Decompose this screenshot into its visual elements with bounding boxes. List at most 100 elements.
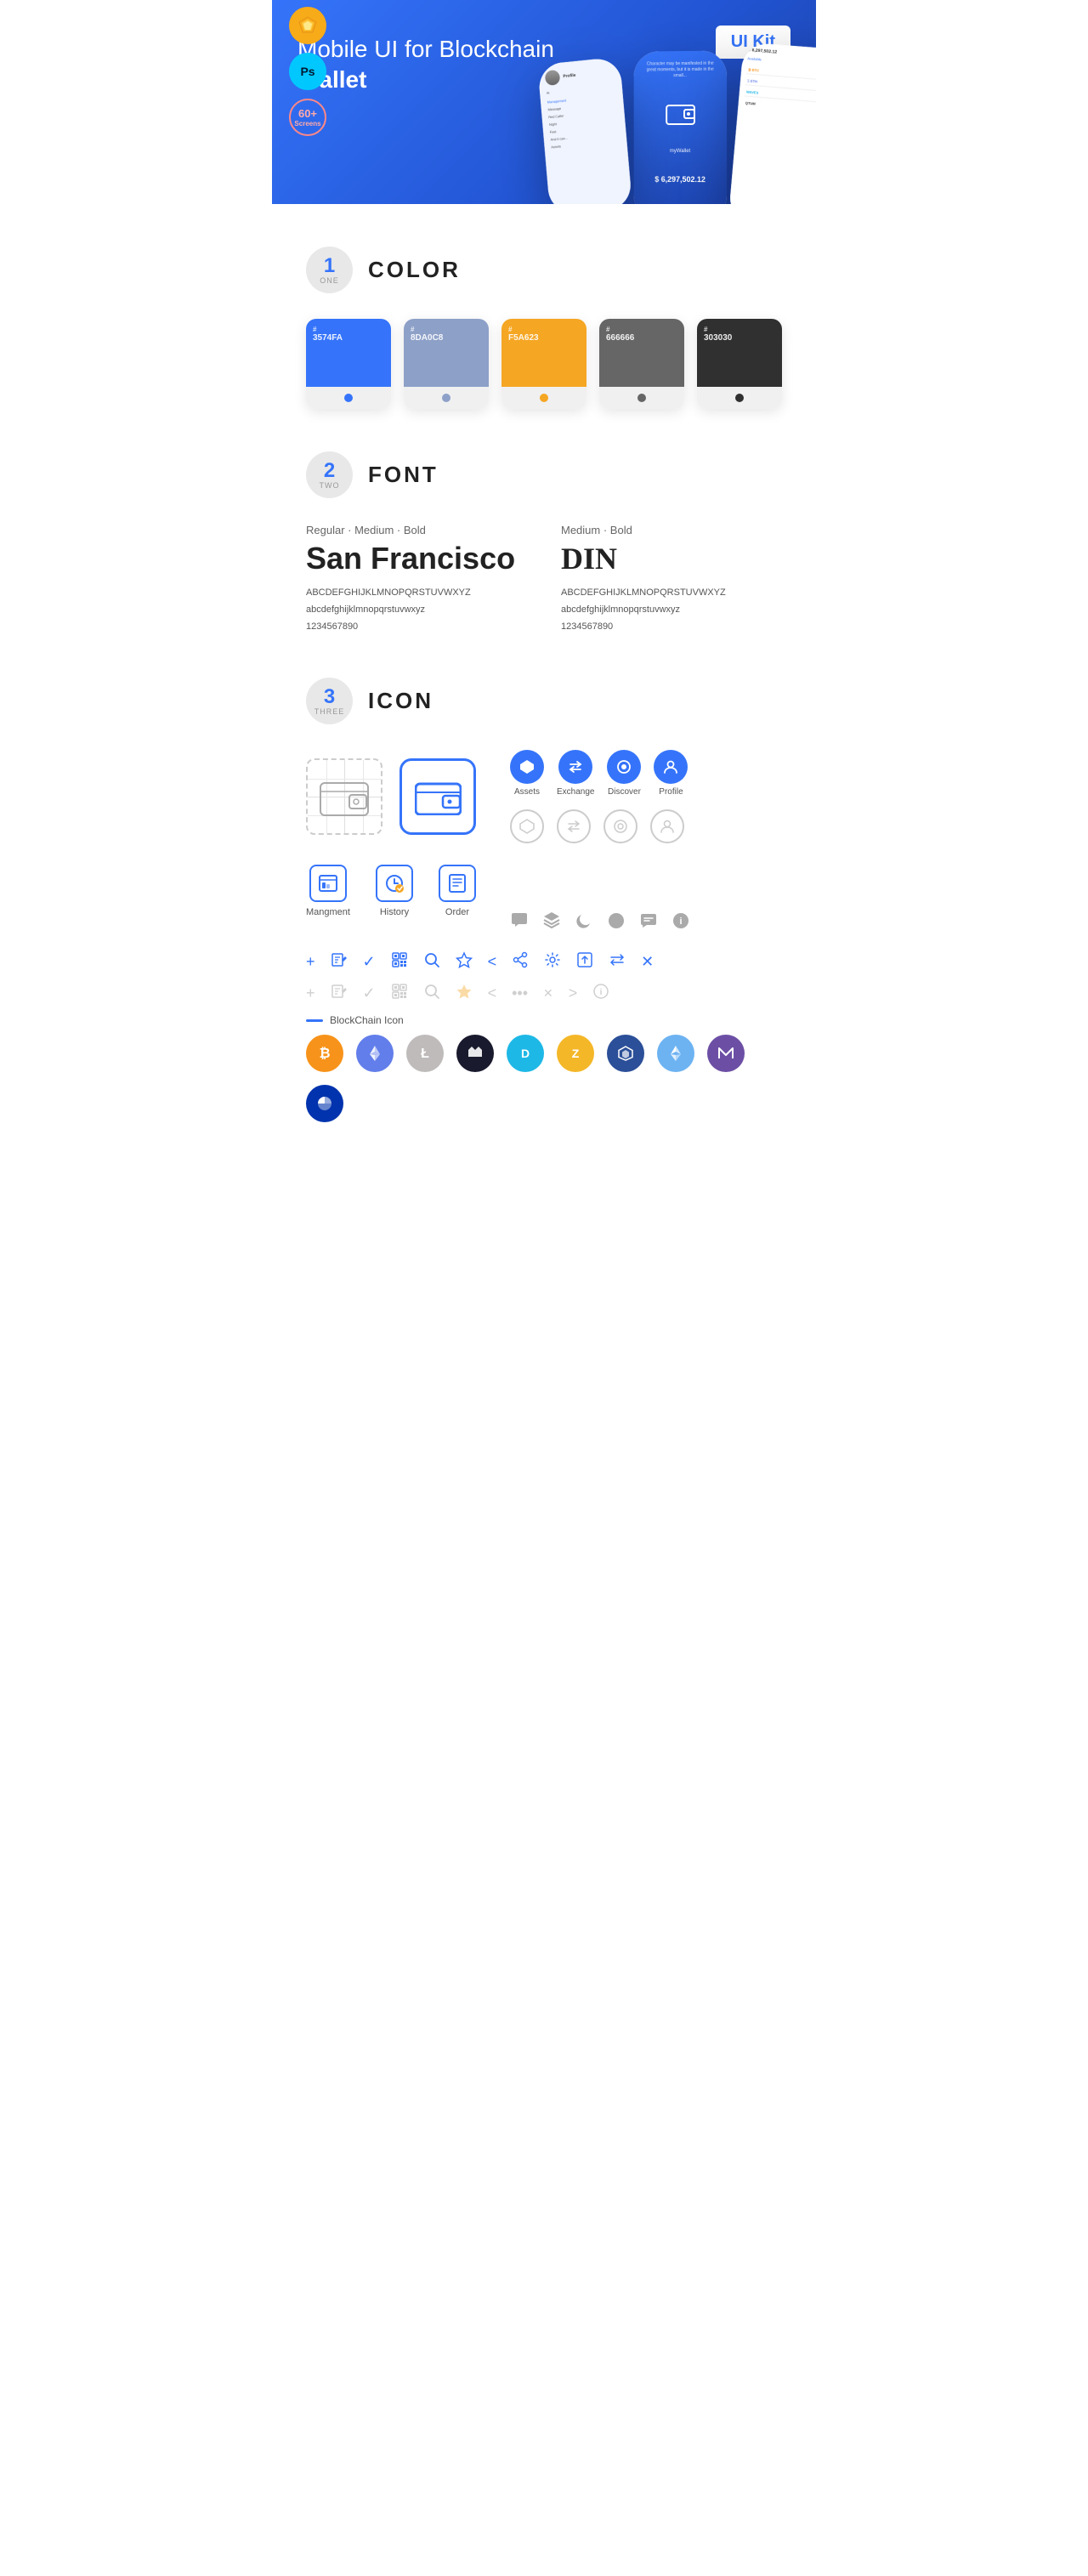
back-icon-ghost: < xyxy=(488,984,497,1002)
dash-icon: D xyxy=(507,1035,544,1072)
xmr-icon xyxy=(707,1035,745,1072)
order-icon: Order xyxy=(439,865,476,917)
moon-icon xyxy=(575,911,593,934)
close-icon: ✕ xyxy=(641,953,654,971)
info-icon: i xyxy=(672,911,690,934)
font-san-francisco: Regular · Medium · Bold San Francisco AB… xyxy=(306,524,527,635)
info-icon-ghost: i xyxy=(592,983,609,1004)
back-icon: < xyxy=(488,953,497,971)
bottom-icons-main-row: Mangment History xyxy=(306,865,782,934)
sketch-badge xyxy=(289,7,326,44)
svg-text:D: D xyxy=(521,1047,530,1060)
etc-icon xyxy=(657,1035,694,1072)
font-section-header: 2 TWO FONT xyxy=(306,451,782,498)
nav-icons-group: Assets Exchange xyxy=(510,750,688,843)
icon-section-title: ICON xyxy=(368,688,434,714)
phone-mockups: Profile AI Management Message Red Caller… xyxy=(543,49,816,204)
search-icon xyxy=(423,951,440,973)
waves-icon xyxy=(456,1035,494,1072)
section-3-number: 3 THREE xyxy=(306,678,353,724)
icon-section-header: 3 THREE ICON xyxy=(306,678,782,724)
phone-mockup-3: $ 6,297,502.12 Available ₿ BTC 738 Ξ ETH… xyxy=(728,43,816,204)
hero-section: Mobile UI for Blockchain Wallet UI Kit P… xyxy=(272,0,816,204)
eth-icon xyxy=(356,1035,394,1072)
nav-icon-assets: Assets xyxy=(510,750,544,797)
font-showcase: Regular · Medium · Bold San Francisco AB… xyxy=(306,524,782,635)
qr-icon-ghost xyxy=(391,983,408,1004)
management-icon: Mangment xyxy=(306,865,350,917)
app-icons-row: Mangment History xyxy=(306,865,476,917)
share-icon xyxy=(512,951,529,973)
hero-badges: Ps 60+ Screens xyxy=(289,7,326,136)
chat-icon xyxy=(510,911,529,934)
section-2-number: 2 TWO xyxy=(306,451,353,498)
color-swatch-blue: # 3574FA xyxy=(306,319,391,409)
color-swatch-medium-gray: # 666666 xyxy=(599,319,684,409)
check-icon-ghost: ✓ xyxy=(363,984,376,1002)
color-swatch-gray-blue: # 8DA0C8 xyxy=(404,319,489,409)
phone-mockup-1: Profile AI Management Message Red Caller… xyxy=(537,57,632,204)
main-content: 1 ONE COLOR # 3574FA # 8DA0C8 # F5A623 xyxy=(272,247,816,1122)
list-edit-icon-ghost xyxy=(331,983,348,1004)
nav-icons-ghost-row xyxy=(510,809,688,843)
color-section-header: 1 ONE COLOR xyxy=(306,247,782,293)
section-1-number: 1 ONE xyxy=(306,247,353,293)
wallet-icon-outline xyxy=(306,758,382,835)
misc-icons-filled: i xyxy=(510,911,690,934)
circle-icon xyxy=(607,911,626,934)
phone-mockup-2: Character may be manifested in the great… xyxy=(634,50,727,204)
svg-text:Ł: Ł xyxy=(421,1047,429,1061)
wallet-icon-filled xyxy=(400,758,476,835)
screens-badge: 60+ Screens xyxy=(289,99,326,136)
swap-icon xyxy=(609,951,626,973)
list-edit-icon xyxy=(331,951,348,973)
svg-text:Z: Z xyxy=(572,1047,580,1060)
ps-badge: Ps xyxy=(289,53,326,90)
svg-text:₿: ₿ xyxy=(319,1046,330,1061)
nav-icon-discover: Discover xyxy=(607,750,641,797)
qtum-icon xyxy=(607,1035,644,1072)
nav-icons-filled-row: Assets Exchange xyxy=(510,750,688,797)
blockchain-label-row: BlockChain Icon xyxy=(306,1014,782,1026)
nav-icon-profile-ghost xyxy=(650,809,684,843)
nav-icon-profile: Profile xyxy=(654,750,688,797)
color-section-title: COLOR xyxy=(368,257,461,283)
utility-icons-row: + ✓ xyxy=(306,951,782,973)
nav-icon-assets-ghost xyxy=(510,809,544,843)
star-icon-filled xyxy=(456,983,473,1004)
svg-text:i: i xyxy=(600,988,603,997)
forward-icon-ghost: > xyxy=(569,984,578,1002)
plus-icon: + xyxy=(306,953,315,971)
misc-icons-group: i xyxy=(510,911,690,934)
x-icon-ghost: ✕ xyxy=(543,986,553,1001)
svg-text:i: i xyxy=(679,916,682,927)
gno-icon xyxy=(306,1085,343,1122)
ltc-icon: Ł xyxy=(406,1035,444,1072)
blockchain-line xyxy=(306,1019,323,1022)
nav-icon-discover-ghost xyxy=(604,809,638,843)
color-swatch-orange: # F5A623 xyxy=(502,319,586,409)
nav-icon-exchange: Exchange xyxy=(557,750,594,797)
check-icon: ✓ xyxy=(363,953,376,971)
settings-icon xyxy=(544,951,561,973)
layers-icon xyxy=(542,911,561,934)
history-icon: History xyxy=(376,865,413,917)
color-swatches: # 3574FA # 8DA0C8 # F5A623 # 666666 xyxy=(306,319,782,409)
message-icon xyxy=(639,911,658,934)
nav-icon-exchange-ghost xyxy=(557,809,591,843)
font-section-title: FONT xyxy=(368,462,439,488)
plus-icon-ghost: + xyxy=(306,984,315,1002)
export-icon xyxy=(576,951,593,973)
star-icon xyxy=(456,951,473,973)
color-swatch-dark: # 303030 xyxy=(697,319,782,409)
utility-icons-ghost-row: + ✓ xyxy=(306,983,782,1004)
blockchain-label: BlockChain Icon xyxy=(330,1014,404,1026)
zec-icon: Z xyxy=(557,1035,594,1072)
dots-icon-ghost: ••• xyxy=(512,984,528,1002)
search-icon-ghost xyxy=(423,983,440,1004)
qr-icon xyxy=(391,951,408,973)
crypto-icons-row: ₿ Ł D xyxy=(306,1035,782,1122)
btc-icon: ₿ xyxy=(306,1035,343,1072)
icon-row-wallet: Assets Exchange xyxy=(306,750,782,843)
font-din: Medium · Bold DIN ABCDEFGHIJKLMNOPQRSTUV… xyxy=(561,524,782,635)
